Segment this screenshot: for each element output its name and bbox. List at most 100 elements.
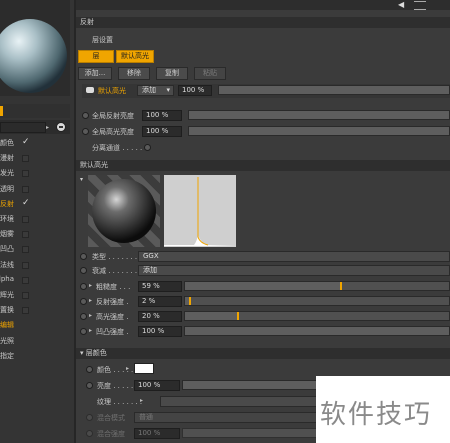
channel-item[interactable]: 颜色 ✓ — [0, 137, 70, 150]
color-swatch[interactable] — [134, 363, 154, 374]
channel-item[interactable]: 置换 — [0, 304, 70, 317]
blend-mode-radio[interactable] — [86, 414, 93, 421]
channel-item[interactable]: 反射 ✓ — [0, 198, 70, 211]
channel-item[interactable]: 透明 — [0, 183, 70, 196]
type-dropdown[interactable]: GGX — [138, 251, 450, 262]
blend-mode-label: 混合模式 — [97, 414, 125, 422]
copy-layer-button[interactable]: 复制 — [156, 67, 188, 80]
global-spec-slider[interactable] — [188, 126, 450, 136]
checkmark-icon[interactable]: ✓ — [22, 198, 30, 207]
bump-strength-slider[interactable] — [184, 326, 450, 336]
channel-item[interactable]: 发光 — [0, 167, 70, 180]
no-entry-icon[interactable] — [56, 122, 66, 132]
layer-settings-label: 层设置 — [92, 36, 113, 44]
orange-marker — [0, 106, 3, 116]
separate-passes-toggle[interactable] — [144, 144, 151, 151]
dropdown-arrow-icon[interactable]: ▸ — [46, 124, 49, 131]
channel-checkbox[interactable] — [22, 170, 29, 178]
reflect-strength-field[interactable]: 2 % — [138, 296, 182, 307]
channel-checkbox[interactable] — [22, 155, 29, 163]
reflect-strength-radio[interactable] — [80, 298, 87, 305]
spec-strength-slider[interactable] — [184, 311, 450, 321]
channel-item-label: 颜色 — [0, 139, 14, 147]
channel-item[interactable]: 法线 — [0, 259, 70, 272]
channel-item-label: 反射 — [0, 199, 14, 208]
top-strip: ◀ — [76, 0, 450, 10]
channel-item-label: 法线 — [0, 260, 14, 269]
add-layer-button[interactable]: 添加... — [78, 67, 112, 80]
roughness-slider[interactable] — [184, 281, 450, 291]
channel-item[interactable]: 环境 — [0, 213, 70, 226]
material-preview — [0, 0, 70, 96]
collapse-arrow-icon[interactable]: ▾ — [80, 176, 83, 183]
channel-checkbox[interactable] — [22, 261, 29, 269]
specular-title: 默认高光 — [80, 161, 108, 169]
expand-arrow-icon[interactable]: ▸ — [89, 312, 92, 319]
color-radio[interactable] — [86, 366, 93, 373]
roughness-radio[interactable] — [80, 283, 87, 290]
channel-item[interactable]: 指定 — [0, 350, 70, 363]
channel-item[interactable]: 辉光 — [0, 289, 70, 302]
reflect-strength-slider[interactable] — [184, 296, 450, 306]
specular-curve-graph — [164, 175, 236, 247]
remove-layer-button[interactable]: 移除 — [118, 67, 150, 80]
expand-arrow-icon[interactable]: ▸ — [140, 397, 143, 404]
attenuation-label: 衰减 . . . . . . . — [92, 267, 138, 275]
brightness-field[interactable]: 100 % — [134, 380, 180, 391]
global-reflect-slider[interactable] — [188, 110, 450, 120]
checkmark-icon[interactable]: ✓ — [22, 138, 30, 147]
channel-item-label: 漫射 — [0, 154, 14, 163]
channel-item[interactable]: 漫射 — [0, 152, 70, 165]
channel-checkbox[interactable] — [22, 276, 29, 284]
material-channel-panel: ▸ 颜色 ✓ 漫射发光透明反射 ✓ 环境烟雾凹凸法线 Alpha 辉光置换编辑光照指定 — [0, 0, 74, 443]
roughness-field[interactable]: 59 % — [138, 281, 182, 292]
menu-icon[interactable] — [414, 1, 426, 10]
spec-strength-radio[interactable] — [80, 313, 87, 320]
expand-arrow-icon[interactable]: ▸ — [89, 327, 92, 334]
channel-item[interactable]: 光照 — [0, 335, 70, 348]
preview-options-bar[interactable]: ▸ — [0, 120, 70, 134]
bump-strength-radio[interactable] — [80, 328, 87, 335]
back-arrow-icon[interactable]: ◀ — [398, 0, 404, 9]
blend-strength-radio[interactable] — [86, 430, 93, 437]
attenuation-dropdown[interactable]: 添加 — [138, 265, 450, 276]
paste-layer-button[interactable]: 粘贴 — [194, 67, 226, 80]
spec-strength-field[interactable]: 20 % — [138, 311, 182, 322]
channel-checkbox[interactable] — [22, 185, 29, 193]
global-spec-field[interactable]: 100 % — [142, 126, 182, 137]
channel-checkbox[interactable] — [22, 216, 29, 223]
layer-color-header[interactable]: ▾ 层颜色 — [76, 348, 450, 359]
layer-opacity-field[interactable]: 100 % — [178, 85, 212, 96]
channel-checkbox[interactable] — [22, 246, 29, 254]
layer-opacity-slider[interactable] — [218, 85, 450, 95]
channel-checkbox[interactable] — [22, 231, 29, 239]
type-radio[interactable] — [80, 253, 87, 260]
expand-arrow-icon[interactable]: ▸ — [89, 297, 92, 304]
tab-layer[interactable]: 层 — [78, 50, 114, 63]
layer-mode-dropdown[interactable]: 添加 ▾ — [137, 85, 174, 96]
reflect-title: 反射 — [80, 18, 94, 26]
channel-checkbox[interactable] — [22, 292, 29, 299]
channel-item[interactable]: 凹凸 — [0, 243, 70, 256]
blend-strength-label: 混合强度 — [97, 430, 125, 438]
channel-item[interactable]: Alpha — [0, 274, 70, 287]
expand-arrow-icon[interactable]: ▸ — [89, 282, 92, 289]
global-spec-radio[interactable] — [82, 128, 89, 135]
separate-passes-label: 分离通道 . . . . . — [92, 144, 143, 152]
channel-checkbox[interactable] — [22, 307, 29, 315]
preview-name-field[interactable] — [0, 122, 46, 133]
brightness-radio[interactable] — [86, 382, 93, 389]
channel-item[interactable]: 编辑 — [0, 319, 70, 332]
channel-item-label: 辉光 — [0, 291, 14, 299]
blend-strength-field[interactable]: 100 % — [134, 428, 180, 439]
layer-row[interactable]: 默认高光 添加 ▾ 100 % — [82, 84, 450, 98]
expand-arrow-icon[interactable]: ▸ — [126, 365, 129, 372]
eye-icon[interactable] — [86, 87, 94, 93]
tab-default-specular[interactable]: 默认高光 — [116, 50, 154, 63]
bump-strength-field[interactable]: 100 % — [138, 326, 182, 337]
global-reflect-radio[interactable] — [82, 112, 89, 119]
global-reflect-field[interactable]: 100 % — [142, 110, 182, 121]
type-label: 类型 . . . . . . . — [92, 253, 138, 261]
attenuation-radio[interactable] — [80, 267, 87, 274]
channel-item[interactable]: 烟雾 — [0, 228, 70, 241]
